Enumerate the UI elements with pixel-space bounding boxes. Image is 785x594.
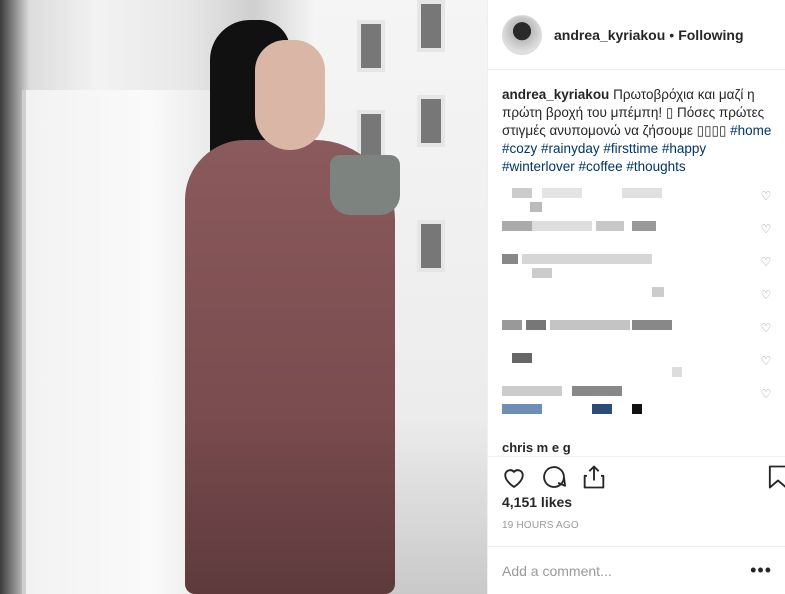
building-window: [417, 95, 445, 147]
building-window: [417, 0, 445, 52]
small-heart-icon[interactable]: ♡: [760, 190, 772, 202]
hashtag-link[interactable]: #happy: [662, 141, 706, 156]
small-heart-icon[interactable]: ♡: [760, 388, 772, 400]
action-bar: [488, 456, 785, 496]
caption: andrea_kyriakou Πρωτοβρόχια και μαζί η π…: [502, 86, 772, 176]
hashtag-link[interactable]: #rainyday: [541, 141, 600, 156]
share-upload-icon[interactable]: [580, 463, 608, 491]
pixelated-text: [542, 188, 582, 198]
small-heart-icon[interactable]: ♡: [760, 223, 772, 235]
comment-row: ♡: [502, 384, 772, 417]
pixelated-text: [632, 221, 656, 231]
pixelated-text: [532, 268, 552, 278]
pixelated-text: [550, 320, 630, 330]
post-side-panel: andrea_kyriakou • Following andrea_kyria…: [487, 0, 785, 594]
following-button[interactable]: Following: [678, 27, 743, 43]
pixelated-text: [502, 404, 542, 414]
comment-input[interactable]: [502, 562, 751, 579]
building-window: [357, 20, 385, 72]
hashtag-link[interactable]: #firsttime: [603, 141, 658, 156]
comment-bubble-icon[interactable]: [540, 463, 568, 491]
post-photo[interactable]: [0, 0, 487, 594]
small-heart-icon[interactable]: ♡: [760, 289, 772, 301]
comment-row: ♡: [502, 285, 772, 318]
comment-row: ♡: [502, 252, 772, 285]
more-options-icon[interactable]: •••: [750, 560, 772, 581]
small-heart-icon[interactable]: ♡: [760, 322, 772, 334]
small-heart-icon[interactable]: ♡: [760, 256, 772, 268]
pixelated-text: [652, 287, 664, 297]
small-heart-icon[interactable]: ♡: [760, 355, 772, 367]
header-text: andrea_kyriakou • Following: [554, 27, 744, 43]
last-comment-username[interactable]: chris m e g: [502, 440, 571, 455]
pixelated-text: [502, 386, 562, 396]
pixelated-text: [502, 320, 522, 330]
pixelated-text: [532, 221, 592, 231]
pixelated-text: [512, 353, 532, 363]
blurred-comments: ♡ ♡ ♡ ♡ ♡ ♡ ♡: [502, 186, 772, 417]
caption-username[interactable]: andrea_kyriakou: [502, 87, 609, 102]
pixelated-text: [522, 254, 652, 264]
hashtag-link[interactable]: #home: [730, 123, 771, 138]
comments-list[interactable]: andrea_kyriakou Πρωτοβρόχια και μαζί η π…: [488, 70, 785, 456]
bookmark-icon[interactable]: [764, 463, 785, 491]
comment-row: ♡: [502, 219, 772, 252]
building-window: [417, 220, 445, 272]
coffee-mug: [330, 155, 400, 215]
instagram-post-modal: andrea_kyriakou • Following andrea_kyria…: [0, 0, 785, 594]
pixelated-text: [632, 404, 642, 414]
pixelated-text: [572, 386, 622, 396]
avatar[interactable]: [502, 14, 542, 55]
add-comment-bar: •••: [488, 546, 785, 594]
header-username[interactable]: andrea_kyriakou: [554, 27, 665, 43]
pixelated-text: [592, 404, 612, 414]
pixelated-text: [632, 320, 672, 330]
person-face: [255, 40, 325, 150]
comment-row: ♡: [502, 186, 772, 219]
hashtag-link[interactable]: #winterlover: [502, 159, 575, 174]
pixelated-text: [502, 221, 532, 231]
pixelated-text: [526, 320, 546, 330]
pixelated-text: [512, 188, 532, 198]
hashtag-link[interactable]: #coffee: [579, 159, 623, 174]
header-separator: •: [669, 26, 675, 43]
hashtag-link[interactable]: #thoughts: [626, 159, 685, 174]
pixelated-text: [596, 221, 624, 231]
post-header: andrea_kyriakou • Following: [488, 0, 785, 70]
comment-row: ♡: [502, 351, 772, 384]
heart-outline-icon[interactable]: [500, 463, 528, 491]
post-timestamp[interactable]: 19 HOURS AGO: [502, 520, 579, 531]
likes-count[interactable]: 4,151 likes: [502, 494, 572, 510]
pixelated-text: [672, 367, 682, 377]
pixelated-text: [622, 188, 662, 198]
pixelated-text: [502, 254, 518, 264]
comment-row: ♡: [502, 318, 772, 351]
pixelated-text: [530, 202, 542, 212]
hashtag-link[interactable]: #cozy: [502, 141, 537, 156]
